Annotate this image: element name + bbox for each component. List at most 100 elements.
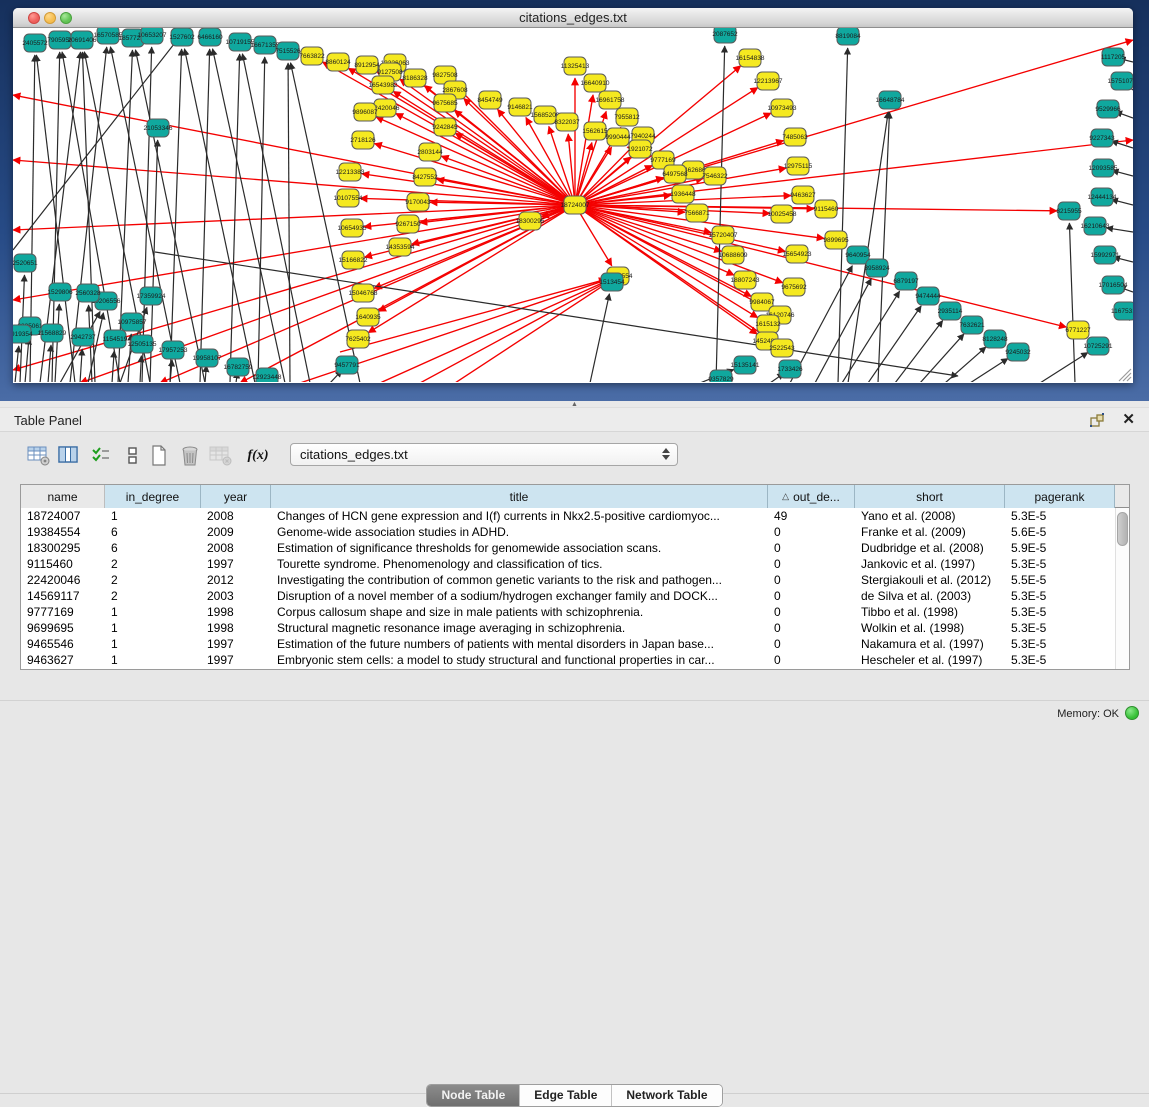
table-cell[interactable]: 5.5E-5 [1005,572,1115,588]
table-cell[interactable]: Nakamura et al. (1997) [855,636,1005,652]
table-vertical-scrollbar[interactable] [1115,508,1129,669]
table-cell[interactable]: Estimation of significance thresholds fo… [271,540,768,556]
table-row[interactable]: 1872400712008Changes of HCN gene express… [21,508,1115,524]
table-cell[interactable]: 2 [105,556,201,572]
table-row[interactable]: 1456911722003Disruption of a novel membe… [21,588,1115,604]
table-cell[interactable]: 9465546 [21,636,105,652]
table-cell[interactable]: 1998 [201,604,271,620]
table-row[interactable]: 946362711997Embryonic stem cells: a mode… [21,652,1115,668]
table-cell[interactable]: 6 [105,524,201,540]
function-builder-icon[interactable]: f(x) [245,444,271,468]
float-panel-icon[interactable] [1089,412,1105,428]
table-row[interactable]: 977716911998Corpus callosum shape and si… [21,604,1115,620]
table-cell[interactable]: 9463627 [21,652,105,668]
column-header-pagerank[interactable]: pagerank [1005,485,1115,508]
table-mode-icon[interactable] [26,444,52,468]
column-header-short[interactable]: short [855,485,1005,508]
table-cell[interactable]: 1997 [201,636,271,652]
table-row[interactable]: 969969511998Structural magnetic resonanc… [21,620,1115,636]
table-cell[interactable]: 2008 [201,540,271,556]
table-cell[interactable]: Hescheler et al. (1997) [855,652,1005,668]
table-cell[interactable]: 5.3E-5 [1005,652,1115,668]
table-cell[interactable]: 5.6E-5 [1005,524,1115,540]
table-cell[interactable]: Corpus callosum shape and size in male p… [271,604,768,620]
table-cell[interactable]: 0 [768,620,855,636]
table-row[interactable]: 1830029562008Estimation of significance … [21,540,1115,556]
column-header-out-de-[interactable]: △out_de... [768,485,855,508]
table-cell[interactable]: 1 [105,620,201,636]
table-cell[interactable]: 5.3E-5 [1005,508,1115,524]
table-row[interactable]: 2242004622012Investigating the contribut… [21,572,1115,588]
table-cell[interactable]: 22420046 [21,572,105,588]
table-cell[interactable]: 18300295 [21,540,105,556]
scrollbar-thumb[interactable] [1117,512,1128,546]
table-cell[interactable]: 5.3E-5 [1005,588,1115,604]
network-window-titlebar[interactable]: citations_edges.txt [13,8,1133,28]
table-cell[interactable]: 2 [105,572,201,588]
table-row[interactable]: 1938455462009Genome-wide association stu… [21,524,1115,540]
table-row[interactable]: 946554611997Estimation of the future num… [21,636,1115,652]
table-cell[interactable]: 1 [105,636,201,652]
network-canvas[interactable]: 1872400776638228860124891295412226063912… [13,28,1133,382]
column-header-year[interactable]: year [201,485,271,508]
column-header-in-degree[interactable]: in_degree [105,485,201,508]
show-columns-icon[interactable] [56,444,82,468]
column-header-title[interactable]: title [271,485,768,508]
table-cell[interactable]: 5.3E-5 [1005,620,1115,636]
network-canvas-svg[interactable]: 1872400776638228860124891295412226063912… [13,28,1133,382]
network-view-window[interactable]: citations_edges.txt 18724007766382288601… [13,8,1133,383]
table-cell[interactable]: Wolkin et al. (1998) [855,620,1005,636]
table-cell[interactable]: Disruption of a novel member of a sodium… [271,588,768,604]
table-cell[interactable]: 0 [768,524,855,540]
memory-status-icon[interactable] [1125,706,1139,720]
table-cell[interactable]: 0 [768,636,855,652]
table-cell[interactable]: Changes of HCN gene expression and I(f) … [271,508,768,524]
table-cell[interactable]: Franke et al. (2009) [855,524,1005,540]
table-cell[interactable]: de Silva et al. (2003) [855,588,1005,604]
table-cell[interactable]: Jankovic et al. (1997) [855,556,1005,572]
table-cell[interactable]: 1 [105,508,201,524]
table-cell[interactable]: 1998 [201,620,271,636]
table-cell[interactable]: 49 [768,508,855,524]
table-cell[interactable]: 5.3E-5 [1005,556,1115,572]
table-cell[interactable]: 2012 [201,572,271,588]
table-cell[interactable]: Tibbo et al. (1998) [855,604,1005,620]
tab-network-table[interactable]: Network Table [612,1085,721,1106]
table-cell[interactable]: 5.9E-5 [1005,540,1115,556]
table-cell[interactable]: 14569117 [21,588,105,604]
table-cell[interactable]: Stergiakouli et al. (2012) [855,572,1005,588]
table-cell[interactable]: 9115460 [21,556,105,572]
table-cell[interactable]: 5.3E-5 [1005,636,1115,652]
table-cell[interactable]: Genome-wide association studies in ADHD. [271,524,768,540]
delete-column-icon[interactable] [177,444,203,468]
table-cell[interactable]: 0 [768,604,855,620]
table-cell[interactable]: 1997 [201,652,271,668]
row-height-icon[interactable] [120,444,146,468]
tab-edge-table[interactable]: Edge Table [520,1085,612,1106]
table-cell[interactable]: 2008 [201,508,271,524]
table-cell[interactable]: 5.3E-5 [1005,604,1115,620]
splitter-handle-icon[interactable]: ▲ [571,401,578,408]
resize-grip-icon[interactable] [1119,369,1131,381]
table-cell[interactable]: Structural magnetic resonance image aver… [271,620,768,636]
column-selection-icon[interactable] [88,444,114,468]
table-cell[interactable]: 9699695 [21,620,105,636]
table-cell[interactable]: 0 [768,572,855,588]
table-cell[interactable]: 0 [768,540,855,556]
table-row[interactable]: 911546021997Tourette syndrome. Phenomeno… [21,556,1115,572]
table-cell[interactable]: 18724007 [21,508,105,524]
table-cell[interactable]: 2003 [201,588,271,604]
table-cell[interactable]: Embryonic stem cells: a model to study s… [271,652,768,668]
table-cell[interactable]: 0 [768,556,855,572]
table-cell[interactable]: 6 [105,540,201,556]
table-cell[interactable]: Tourette syndrome. Phenomenology and cla… [271,556,768,572]
table-cell[interactable]: 0 [768,652,855,668]
table-cell[interactable]: 1 [105,604,201,620]
tab-node-table[interactable]: Node Table [427,1085,520,1106]
table-cell[interactable]: 1997 [201,556,271,572]
create-column-icon[interactable] [146,444,172,468]
table-cell[interactable]: 9777169 [21,604,105,620]
table-cell[interactable]: 0 [768,588,855,604]
table-cell[interactable]: 19384554 [21,524,105,540]
table-cell[interactable]: Yano et al. (2008) [855,508,1005,524]
